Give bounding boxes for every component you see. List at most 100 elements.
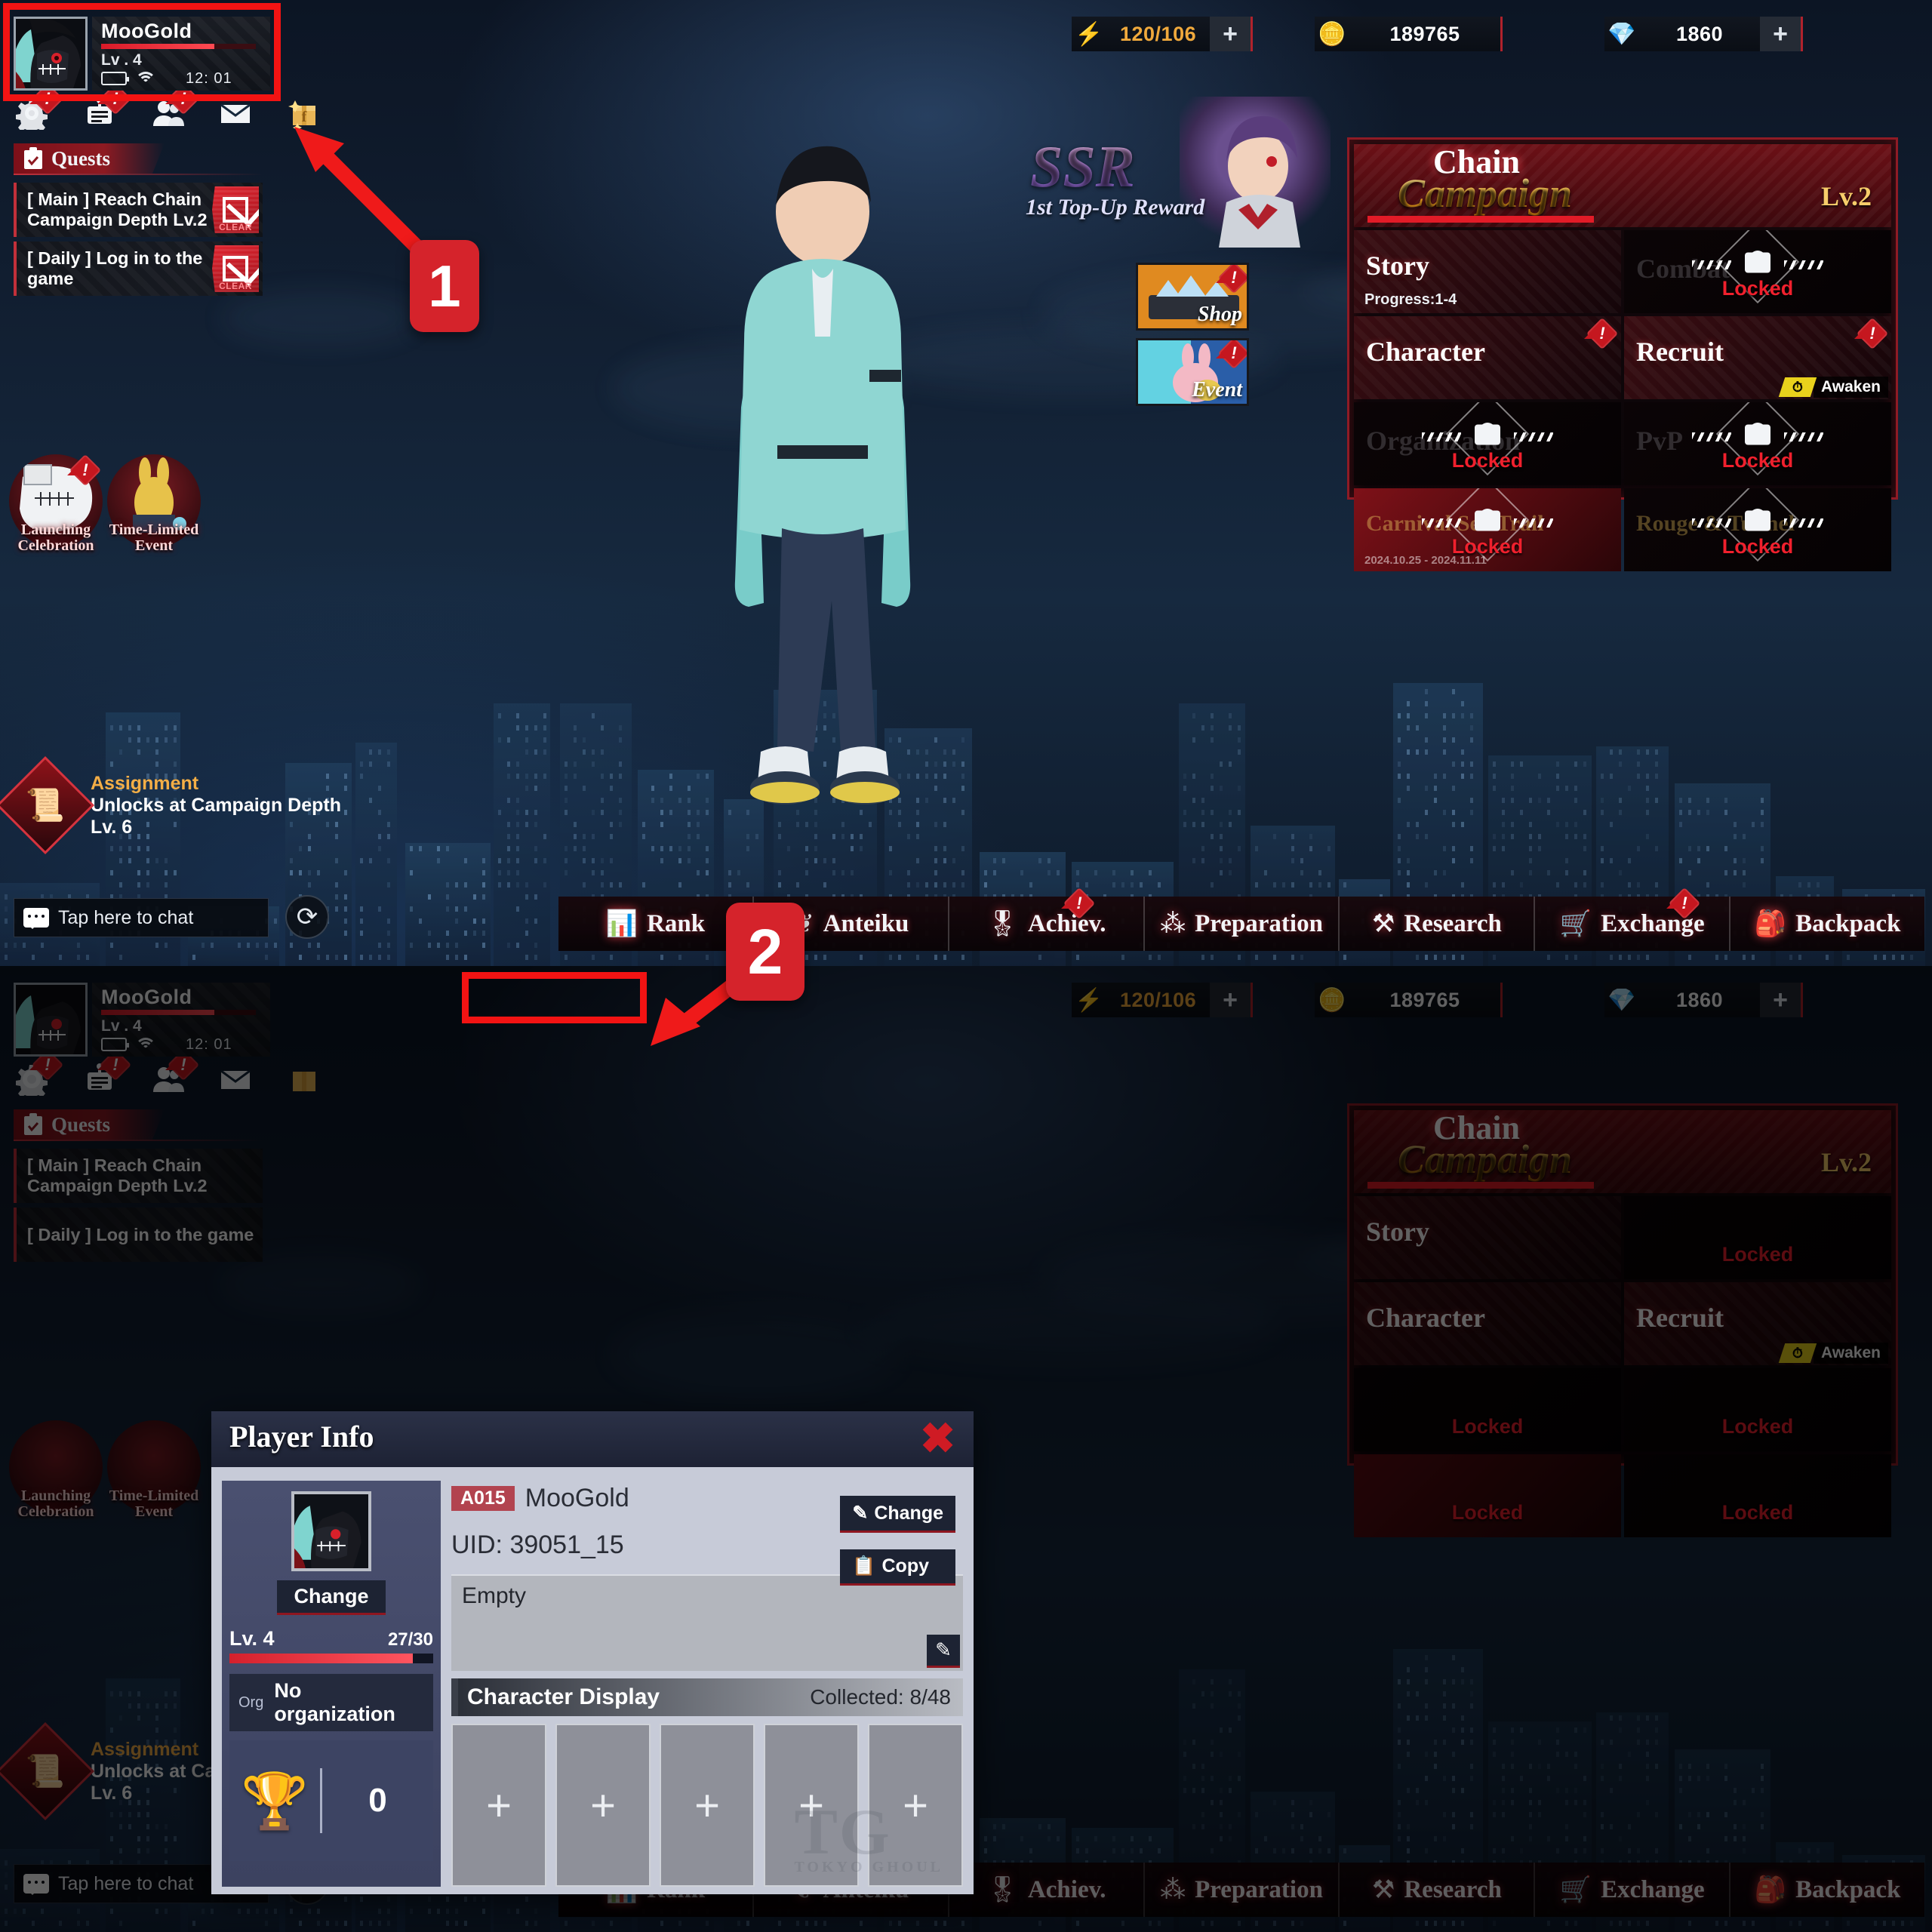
- cc-cell-pvp[interactable]: PvP Locked: [1624, 402, 1891, 485]
- nav-preparation[interactable]: ⁂ Preparation: [1145, 897, 1340, 951]
- character-sprite: [664, 121, 981, 883]
- character-slot[interactable]: +: [660, 1724, 755, 1887]
- nav-backpack[interactable]: 🎒 Backpack: [1730, 897, 1924, 951]
- chain-campaign-header[interactable]: Chain Campaign Lv.2: [1354, 144, 1891, 227]
- window-light: [360, 858, 363, 863]
- character-slot[interactable]: +: [555, 1724, 651, 1887]
- window-light: [387, 955, 390, 960]
- refresh-icon[interactable]: ⟳: [285, 895, 329, 939]
- resource-gold[interactable]: 🪙 189765: [1315, 17, 1503, 51]
- cc-locked-text: Locked: [1451, 535, 1524, 558]
- settings-gear-icon[interactable]: !: [15, 82, 64, 135]
- window-light: [1398, 858, 1401, 863]
- awaken-tag[interactable]: ⏱ Awaken: [1778, 377, 1888, 398]
- window-light: [419, 846, 422, 851]
- window-light: [1529, 870, 1532, 875]
- window-light: [507, 858, 510, 863]
- window-light: [1398, 774, 1401, 779]
- window-light: [1628, 882, 1631, 888]
- window-light: [1407, 786, 1410, 791]
- nav-research[interactable]: ⚒ Research: [1340, 897, 1536, 951]
- uid-value: UID: 39051_15: [451, 1530, 624, 1559]
- window-light: [165, 725, 168, 731]
- window-light: [1002, 858, 1005, 863]
- side-button-event[interactable]: Event !: [1136, 338, 1249, 406]
- resource-diamond[interactable]: 💎 1860 +: [1604, 17, 1803, 51]
- avatar-change-button[interactable]: Change: [277, 1580, 386, 1615]
- notice-board-icon[interactable]: !: [83, 82, 132, 130]
- resource-stamina[interactable]: ⚡ 120/106 +: [1072, 17, 1254, 51]
- window-light: [943, 882, 946, 888]
- chat-input-bar[interactable]: Tap here to chat: [14, 898, 269, 937]
- window-light: [1583, 846, 1586, 851]
- window-light: [1655, 798, 1658, 803]
- window-light: [1628, 858, 1631, 863]
- avatar[interactable]: [14, 16, 88, 91]
- stamina-add-button[interactable]: +: [1210, 17, 1251, 51]
- cc-cell-rouge-tunnel[interactable]: Rouge & Tunnel Locked: [1624, 488, 1891, 571]
- window-light: [1679, 822, 1682, 827]
- window-light: [1529, 858, 1532, 863]
- window-light: [335, 894, 338, 900]
- assignment-banner[interactable]: 📜 Assignment Unlocks at Campaign Depth L…: [0, 755, 358, 855]
- cc-cell-character[interactable]: Character !: [1354, 316, 1621, 399]
- change-name-button[interactable]: ✎ Change: [840, 1496, 955, 1533]
- organization-row[interactable]: Org No organization: [229, 1674, 433, 1731]
- window-light: [1556, 822, 1559, 827]
- nav-achievements[interactable]: 🎖 Achiev. !: [949, 887, 1145, 951]
- window-light: [1201, 846, 1204, 851]
- diamond-gem-icon: 💎: [1607, 21, 1636, 47]
- character-slot[interactable]: +: [451, 1724, 546, 1887]
- window-light: [796, 882, 799, 888]
- window-light: [1434, 955, 1437, 960]
- event-launching-celebration[interactable]: Launching Celebration !: [9, 454, 103, 554]
- window-light: [1220, 870, 1223, 875]
- side-button-shop[interactable]: Shop !: [1136, 263, 1249, 331]
- mail-envelope-icon[interactable]: [219, 97, 252, 130]
- close-x-icon[interactable]: ✖: [920, 1414, 955, 1463]
- nav-exchange[interactable]: 🛒 Exchange !: [1535, 887, 1731, 951]
- window-light: [565, 846, 568, 851]
- character-display-header: Character Display Collected: 8/48: [451, 1678, 963, 1716]
- window-light: [1807, 882, 1810, 888]
- signature-box[interactable]: Empty ✎: [451, 1574, 963, 1671]
- pencil-edit-icon[interactable]: ✎: [927, 1635, 960, 1668]
- window-light: [1734, 822, 1737, 827]
- window-light: [916, 882, 919, 888]
- window-light: [507, 834, 510, 839]
- window-light: [256, 943, 259, 948]
- window-light: [642, 822, 645, 827]
- window-light: [1112, 882, 1115, 888]
- cc-cell-story[interactable]: Story Progress:1-4: [1354, 230, 1621, 313]
- avatar[interactable]: [291, 1491, 371, 1571]
- window-light: [165, 737, 168, 743]
- copy-uid-button[interactable]: 📋 Copy: [840, 1549, 955, 1586]
- window-light: [1229, 713, 1232, 718]
- nav-rank[interactable]: 📊 Rank: [558, 897, 754, 951]
- window-light: [155, 761, 158, 767]
- quest-clear-badge[interactable]: CLEAR: [212, 186, 259, 233]
- diamond-add-button[interactable]: +: [1760, 17, 1801, 51]
- window-light: [1425, 749, 1428, 755]
- cc-cell-carnival[interactable]: Carnival Sea Trail 2024.10.25 - 2024.11.…: [1354, 488, 1621, 571]
- building: [494, 703, 550, 966]
- window-light: [1619, 761, 1622, 767]
- ssr-topup-banner[interactable]: SSR 1st Top-Up Reward: [1023, 97, 1331, 248]
- quest-row-daily[interactable]: [ Daily ] Log in to the game CLEAR: [14, 242, 263, 296]
- friends-icon[interactable]: !: [151, 82, 200, 130]
- cc-cell-organization[interactable]: Organization Locked: [1354, 402, 1621, 485]
- window-light: [1817, 882, 1820, 888]
- window-light: [1238, 725, 1241, 731]
- quest-row-main[interactable]: [ Main ] Reach Chain Campaign Depth Lv.2…: [14, 183, 263, 237]
- window-light: [1826, 955, 1829, 960]
- clear-label: CLEAR: [219, 222, 252, 232]
- cc-cell-combat[interactable]: Combat Locked: [1624, 230, 1891, 313]
- quest-clear-badge[interactable]: CLEAR: [212, 245, 259, 292]
- window-light: [1211, 713, 1214, 718]
- event-time-limited[interactable]: Time-Limited Event: [107, 454, 201, 554]
- cc-locked-text: Locked: [1721, 449, 1794, 472]
- window-light: [516, 834, 519, 839]
- window-light: [619, 822, 622, 827]
- cc-cell-recruit[interactable]: Recruit ! ⏱ Awaken: [1624, 316, 1891, 399]
- player-card[interactable]: MooGold Lv . 4 12: 01: [14, 14, 270, 93]
